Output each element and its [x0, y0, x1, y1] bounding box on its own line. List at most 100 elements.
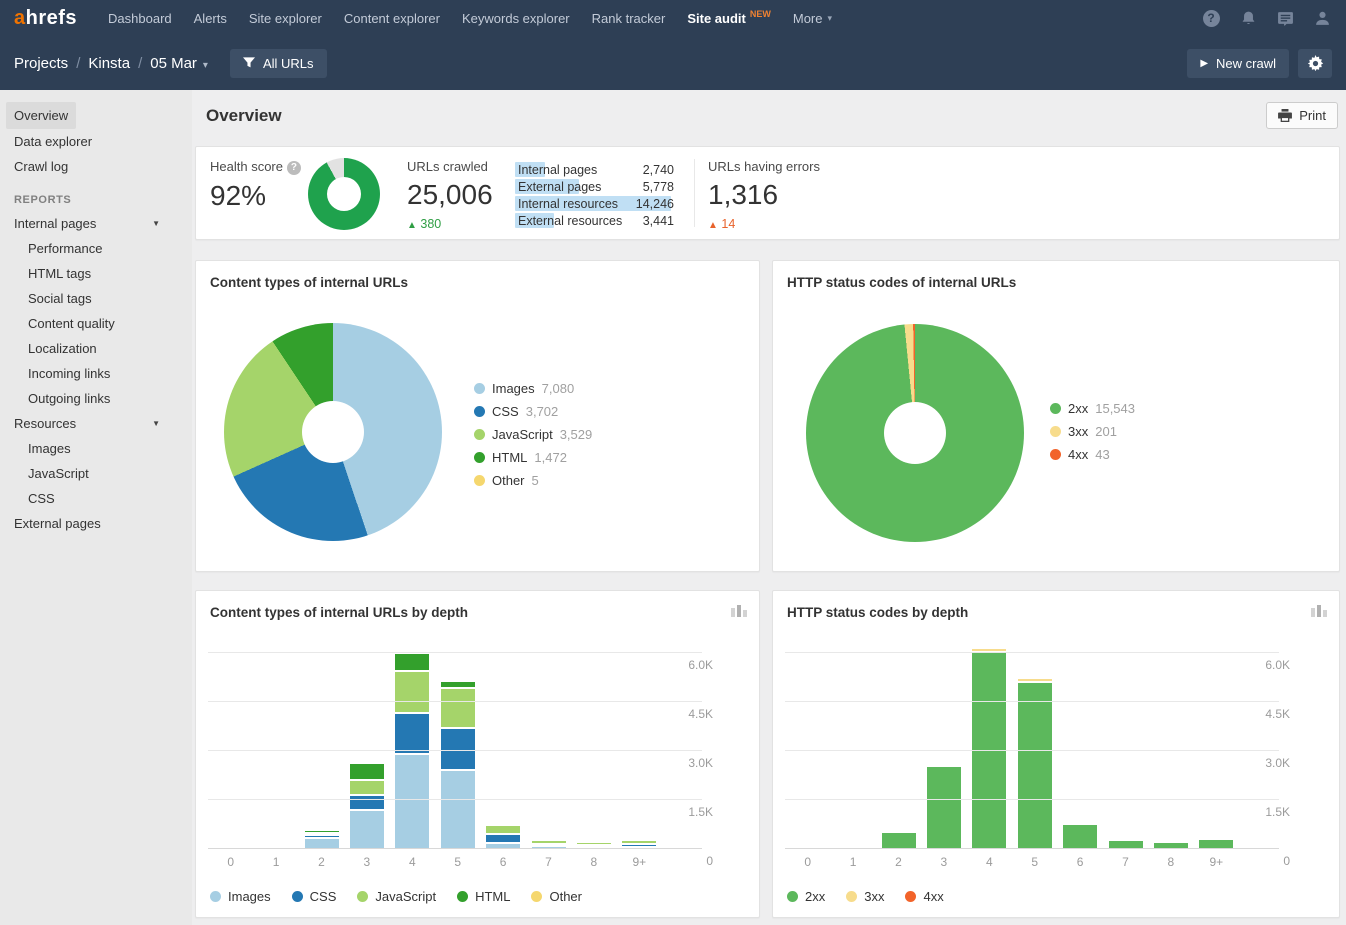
legend-dot-icon	[474, 475, 485, 486]
crawled-breakdown-list: Internal pages2,740External pages5,778In…	[518, 161, 674, 229]
legend-item-css[interactable]: CSS	[292, 889, 337, 904]
legend-item-html[interactable]: HTML	[457, 889, 510, 904]
legend-dot-icon	[474, 383, 485, 394]
legend-item-css[interactable]: CSS3,702	[474, 404, 592, 419]
sidebar-item-outgoing-links[interactable]: Outgoing links	[0, 386, 192, 411]
bar-depth-3-2xx	[926, 766, 962, 849]
http-codes-donut-chart[interactable]	[806, 324, 1024, 542]
bar-depth-9-html	[621, 838, 657, 840]
legend-item-other[interactable]: Other5	[474, 473, 592, 488]
help-icon[interactable]: ?	[1201, 8, 1221, 28]
bar-depth-5-2xx	[1017, 682, 1053, 849]
bar-depth-6-2xx	[1062, 824, 1098, 849]
bar-depth-6-html	[485, 823, 521, 825]
sidebar-item-css[interactable]: CSS	[0, 486, 192, 511]
legend-item-javascript[interactable]: JavaScript	[357, 889, 436, 904]
sidebar-item-performance[interactable]: Performance	[0, 236, 192, 261]
breadcrumb-separator: /	[76, 55, 80, 72]
urls-errors-block: URLs having errors 1,316 ▲ 14	[708, 159, 820, 231]
legend-item-4xx[interactable]: 4xx43	[1050, 447, 1135, 462]
gridline	[785, 848, 1279, 849]
health-score-value: 92%	[210, 180, 301, 212]
sidebar-item-html-tags[interactable]: HTML tags	[0, 261, 192, 286]
y-axis-label: 3.0K	[669, 756, 713, 770]
content-types-donut-chart[interactable]	[224, 323, 442, 541]
breadcrumb-separator: /	[138, 55, 142, 72]
bar-depth-4-css	[394, 713, 430, 755]
sidebar-item-images[interactable]: Images	[0, 436, 192, 461]
legend-item-images[interactable]: Images	[210, 889, 271, 904]
bar-depth-7-html	[531, 838, 567, 840]
nav-item-dashboard[interactable]: Dashboard	[97, 0, 183, 36]
sidebar-item-localization[interactable]: Localization	[0, 336, 192, 361]
sidebar-item-javascript[interactable]: JavaScript	[0, 461, 192, 486]
breadcrumb-projects[interactable]: Projects	[14, 55, 68, 72]
urls-crawled-block: URLs crawled 25,006 ▲ 380	[407, 159, 493, 231]
chart-title: Content types of internal URLs	[210, 275, 408, 290]
x-axis-label: 9+	[632, 855, 646, 869]
settings-gear-button[interactable]	[1298, 49, 1332, 78]
legend-item-2xx[interactable]: 2xx	[787, 889, 825, 904]
crawl-date-dropdown[interactable]: 05 Mar▾	[150, 55, 208, 72]
chart-type-icon[interactable]	[1311, 603, 1327, 617]
all-urls-filter-button[interactable]: All URLs	[230, 49, 327, 78]
nav-item-keywords-explorer[interactable]: Keywords explorer	[451, 0, 581, 36]
health-score-donut[interactable]	[308, 158, 380, 230]
print-button[interactable]: Print	[1266, 102, 1338, 129]
sidebar-item-content-quality[interactable]: Content quality	[0, 311, 192, 336]
http-codes-depth-plot[interactable]: 01.5K3.0K4.5K6.0K	[785, 637, 1279, 849]
content-types-depth-plot[interactable]: 01.5K3.0K4.5K6.0K	[208, 637, 702, 849]
stats-divider	[694, 159, 695, 227]
main-content: Overview Print Health score? 92% URLs cr…	[192, 90, 1346, 925]
x-axis-label: 1	[850, 855, 857, 869]
bar-depth-3-html	[349, 763, 385, 780]
gridline	[208, 848, 702, 849]
sidebar-item-crawl-log[interactable]: Crawl log	[0, 154, 192, 179]
bar-depth-5-css	[440, 728, 476, 770]
health-score-help-icon[interactable]: ?	[287, 161, 301, 175]
gridline	[785, 799, 1279, 800]
new-badge: NEW	[750, 9, 771, 19]
triangle-up-icon: ▲	[708, 220, 718, 231]
sidebar-item-social-tags[interactable]: Social tags	[0, 286, 192, 311]
legend-item-4xx[interactable]: 4xx	[905, 889, 943, 904]
legend-item-2xx[interactable]: 2xx15,543	[1050, 401, 1135, 416]
chart-type-icon[interactable]	[731, 603, 747, 617]
sidebar-item-external-pages[interactable]: External pages	[0, 511, 192, 536]
legend-item-other[interactable]: Other	[531, 889, 582, 904]
nav-item-alerts[interactable]: Alerts	[183, 0, 238, 36]
nav-item-more[interactable]: More▾	[782, 0, 843, 36]
notifications-bell-icon[interactable]	[1238, 8, 1258, 28]
nav-item-site-audit[interactable]: Site auditNEW	[676, 0, 782, 36]
bar-depth-3-3xx	[926, 764, 962, 766]
funnel-icon	[243, 57, 255, 69]
sidebar-item-overview[interactable]: Overview	[0, 102, 192, 129]
breakdown-row-external-resources: External resources3,441	[518, 212, 674, 229]
legend-item-3xx[interactable]: 3xx201	[1050, 424, 1135, 439]
chevron-down-icon: ▾	[203, 60, 208, 71]
nav-item-rank-tracker[interactable]: Rank tracker	[581, 0, 677, 36]
x-axis-label: 4	[986, 855, 993, 869]
content-types-depth-legend: Images CSS JavaScript HTML Other	[210, 889, 582, 904]
legend-item-images[interactable]: Images7,080	[474, 381, 592, 396]
y-axis-label: 4.5K	[1246, 707, 1290, 721]
legend-item-html[interactable]: HTML1,472	[474, 450, 592, 465]
sidebar-item-incoming-links[interactable]: Incoming links	[0, 361, 192, 386]
account-icon[interactable]	[1312, 8, 1332, 28]
feedback-icon[interactable]	[1275, 8, 1295, 28]
top-navbar: ahrefs DashboardAlertsSite explorerConte…	[0, 0, 1346, 36]
ahrefs-logo[interactable]: ahrefs	[14, 7, 77, 30]
http-codes-by-depth-card: HTTP status codes by depth 01.5K3.0K4.5K…	[772, 590, 1340, 918]
nav-item-site-explorer[interactable]: Site explorer	[238, 0, 333, 36]
breadcrumb-project-name[interactable]: Kinsta	[88, 55, 130, 72]
sidebar-item-internal-pages[interactable]: Internal pages▼	[0, 211, 192, 236]
legend-item-javascript[interactable]: JavaScript3,529	[474, 427, 592, 442]
legend-item-3xx[interactable]: 3xx	[846, 889, 884, 904]
nav-item-content-explorer[interactable]: Content explorer	[333, 0, 451, 36]
chart-title: Content types of internal URLs by depth	[210, 605, 468, 620]
page-title: Overview	[206, 106, 282, 126]
legend-dot-icon	[531, 891, 542, 902]
sidebar-item-resources[interactable]: Resources▼	[0, 411, 192, 436]
sidebar-item-data-explorer[interactable]: Data explorer	[0, 129, 192, 154]
new-crawl-button[interactable]: ▶ New crawl	[1187, 49, 1289, 78]
